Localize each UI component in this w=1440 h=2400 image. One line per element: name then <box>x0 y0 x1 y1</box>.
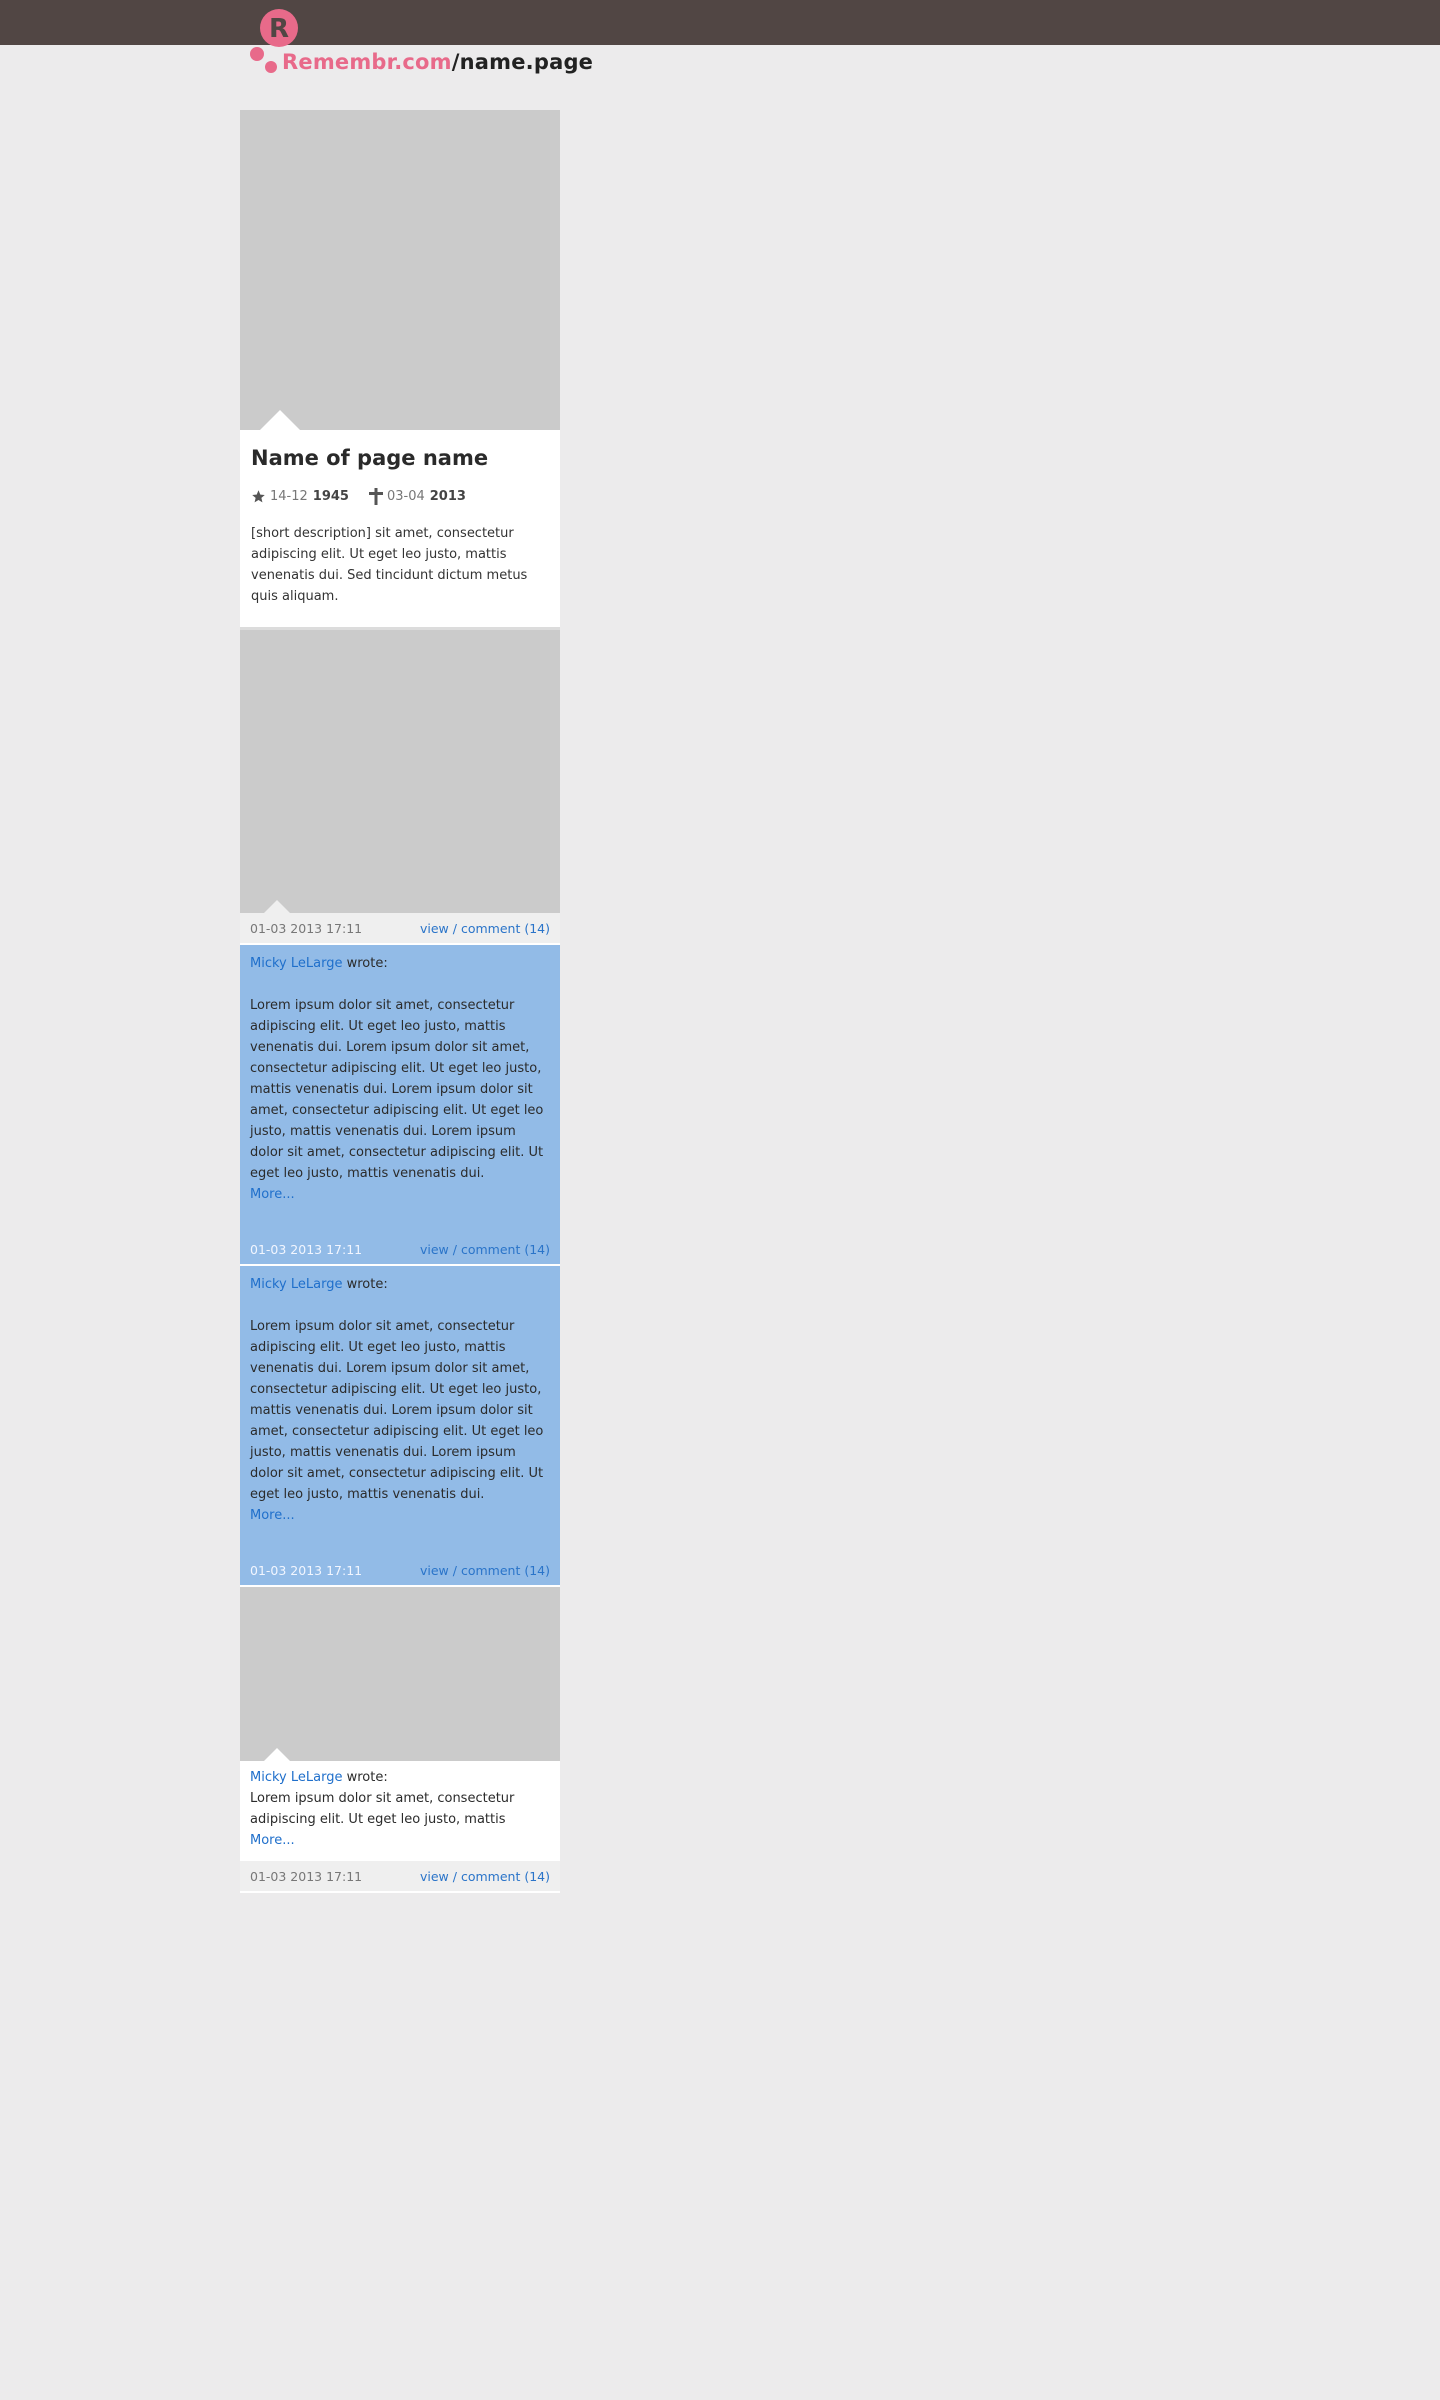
post-meta: 01-03 2013 17:11 view / comment (14) <box>240 1234 560 1266</box>
post-date: 01-03 2013 17:11 <box>250 1241 363 1257</box>
link-separator: / <box>452 1562 457 1578</box>
title-slash: / <box>451 50 460 74</box>
wrote-label: wrote: <box>342 956 388 971</box>
post-image[interactable] <box>240 1587 560 1761</box>
post-meta: 01-03 2013 17:11 view / comment (14) <box>240 1555 560 1587</box>
wrote-label: wrote: <box>342 1770 388 1785</box>
post-body: Lorem ipsum dolor sit amet, consectetur … <box>250 1319 544 1502</box>
page-address[interactable]: name.page <box>460 50 594 74</box>
memorial-column: Name of page name 14-12 1945 03-04 2013 … <box>240 110 560 1893</box>
text-post: Micky LeLarge wrote: Lorem ipsum dolor s… <box>240 1266 560 1555</box>
brand-name[interactable]: Remembr.com <box>282 50 452 74</box>
image-pointer <box>264 1748 290 1761</box>
link-separator: / <box>452 1868 457 1884</box>
author-link[interactable]: Micky LeLarge <box>250 1277 342 1292</box>
short-description: [short description] sit amet, consectetu… <box>251 526 528 604</box>
view-link[interactable]: view <box>420 921 449 936</box>
profile-photo[interactable] <box>240 110 560 430</box>
post-actions: view / comment (14) <box>420 1869 550 1884</box>
post-meta: 01-03 2013 17:11 view / comment (14) <box>240 1861 560 1893</box>
link-separator: / <box>452 1241 457 1257</box>
svg-text:R: R <box>269 14 289 44</box>
link-separator: / <box>452 920 457 936</box>
photo-pointer <box>260 410 300 430</box>
more-link[interactable]: More... <box>250 1184 550 1205</box>
site-title[interactable]: Remembr.com/name.page <box>282 50 593 74</box>
cross-icon <box>368 488 383 505</box>
comment-link[interactable]: comment (14) <box>461 921 550 936</box>
author-link[interactable]: Micky LeLarge <box>250 956 342 971</box>
birth-year: 1945 <box>312 489 349 504</box>
post-body: Lorem ipsum dolor sit amet, consectetur … <box>250 998 544 1181</box>
more-link[interactable]: More... <box>250 1505 550 1526</box>
star-icon <box>252 490 265 503</box>
view-link[interactable]: view <box>420 1563 449 1578</box>
view-link[interactable]: view <box>420 1242 449 1257</box>
post-meta: 01-03 2013 17:11 view / comment (14) <box>240 913 560 945</box>
text-post: Micky LeLarge wrote: Lorem ipsum dolor s… <box>240 945 560 1234</box>
life-dates: 14-12 1945 03-04 2013 <box>251 488 550 505</box>
page-title: Name of page name <box>251 446 489 470</box>
post-date: 01-03 2013 17:11 <box>250 1868 363 1884</box>
death-day-month: 03-04 <box>386 489 425 504</box>
birth-day-month: 14-12 <box>270 489 308 504</box>
post-actions: view / comment (14) <box>420 921 550 936</box>
birth-date: 14-12 1945 <box>251 489 349 504</box>
comment-link[interactable]: comment (14) <box>461 1242 550 1257</box>
post-actions: view / comment (14) <box>420 1242 550 1257</box>
post-author-line: Micky LeLarge wrote: <box>250 1274 550 1295</box>
post-image[interactable] <box>240 630 560 913</box>
post-author-line: Micky LeLarge wrote: <box>250 953 550 974</box>
top-bar <box>0 0 1440 45</box>
post-actions: view / comment (14) <box>420 1563 550 1578</box>
death-year: 2013 <box>429 489 466 504</box>
post-body: Lorem ipsum dolor sit amet, consectetur … <box>250 1791 515 1827</box>
comment-link[interactable]: comment (14) <box>461 1869 550 1884</box>
author-link[interactable]: Micky LeLarge <box>250 1770 342 1785</box>
wrote-label: wrote: <box>342 1277 388 1292</box>
view-link[interactable]: view <box>420 1869 449 1884</box>
profile-card: Name of page name 14-12 1945 03-04 2013 … <box>240 430 560 630</box>
death-date: 03-04 2013 <box>368 488 466 505</box>
post-author-line: Micky LeLarge wrote: <box>250 1767 550 1788</box>
image-pointer <box>264 900 290 913</box>
post-date: 01-03 2013 17:11 <box>250 1562 363 1578</box>
comment-link[interactable]: comment (14) <box>461 1563 550 1578</box>
post-date: 01-03 2013 17:11 <box>250 920 363 936</box>
more-link[interactable]: More... <box>250 1830 550 1851</box>
image-text-post: Micky LeLarge wrote: Lorem ipsum dolor s… <box>240 1761 560 1861</box>
